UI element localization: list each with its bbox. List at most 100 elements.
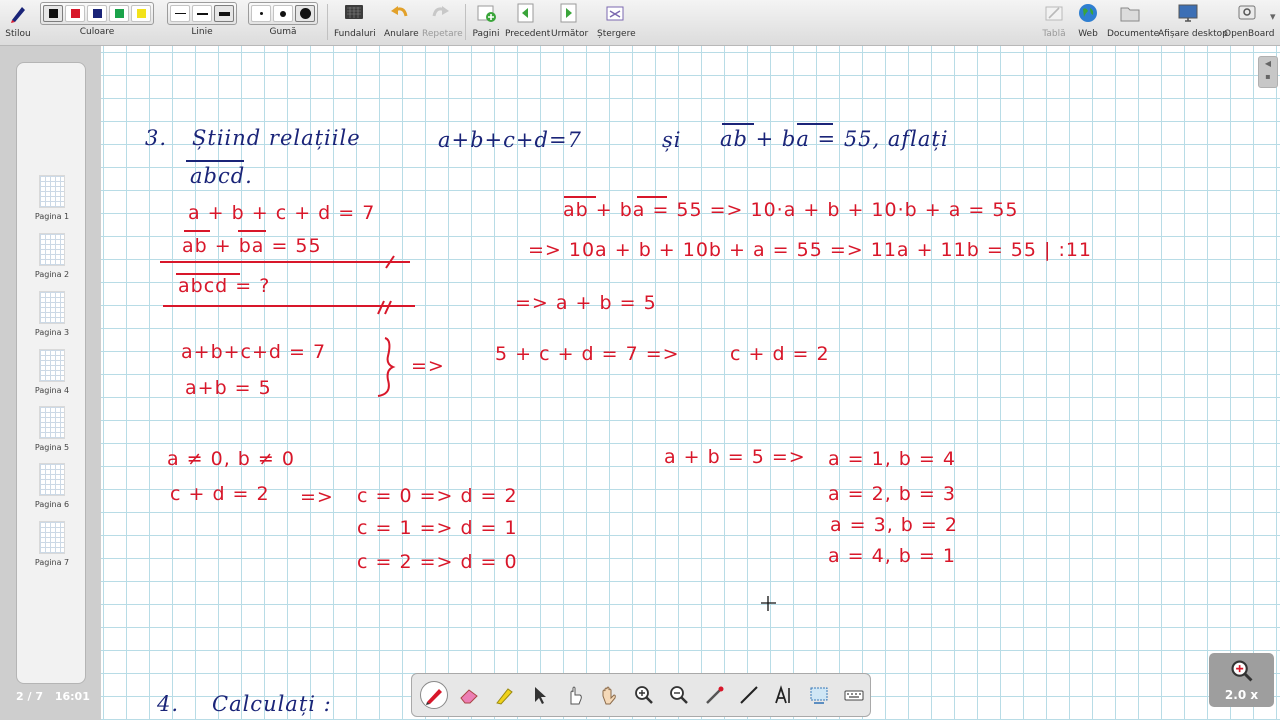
nonzero-condition: a ≠ 0, b ≠ 0	[167, 448, 295, 470]
folder-icon	[1120, 7, 1140, 22]
eraser-medium[interactable]	[273, 5, 293, 22]
pen-icon	[11, 7, 25, 23]
next-page-icon	[560, 3, 577, 23]
board-icon	[1045, 6, 1063, 21]
arrow-cursor-icon	[535, 687, 546, 704]
pages-button[interactable]: Pagini	[472, 2, 500, 39]
selector-tool-button[interactable]	[525, 681, 553, 709]
page-counter: 2 / 7	[16, 690, 43, 703]
crosshair-cursor-icon	[761, 596, 776, 611]
page-preview	[39, 175, 65, 208]
line-thick[interactable]	[214, 5, 234, 22]
statement-equation: a+b+c+d=7	[438, 128, 582, 152]
page-thumbnail-4[interactable]: Pagina 4	[17, 349, 87, 395]
system-brace	[377, 337, 396, 397]
screen-capture-icon	[810, 687, 828, 704]
chevron-left-icon: ◀▪	[1264, 59, 1272, 81]
cd-arrow: =>	[300, 486, 334, 508]
case-line-3: c = 2 => d = 0	[357, 551, 518, 573]
color-blue[interactable]	[87, 5, 107, 22]
eraser-size-picker: Gumă	[248, 2, 318, 37]
keyboard-icon	[844, 690, 864, 701]
backgrounds-icon	[345, 5, 363, 19]
text-icon	[775, 685, 790, 704]
toolbar-divider	[327, 4, 328, 40]
globe-icon	[1079, 4, 1097, 22]
line-medium[interactable]	[192, 5, 212, 22]
statement-unknown: abcd.	[190, 164, 253, 188]
next-page-button[interactable]: Următor	[551, 2, 588, 39]
page-thumbnail-5[interactable]: Pagina 5	[17, 406, 87, 452]
given-line-2: ab + ba = 55	[182, 235, 322, 257]
derivation-line-2: => 10a + b + 10b + a = 55 => 11a + 11b =…	[528, 239, 1092, 261]
hand-tool-button[interactable]	[595, 681, 623, 709]
capture-tool-button[interactable]	[805, 681, 833, 709]
zoom-out-button[interactable]	[665, 681, 693, 709]
ab-sum-line: a + b = 5 =>	[664, 446, 806, 468]
page-preview	[39, 406, 65, 439]
show-desktop-button[interactable]: Afișare desktop	[1158, 2, 1228, 39]
ab-case-2: a = 2, b = 3	[828, 483, 956, 505]
web-mode-button[interactable]: Web	[1075, 2, 1101, 39]
undo-button[interactable]: Anulare	[384, 2, 419, 39]
zoom-indicator[interactable]: 2.0 x	[1209, 653, 1274, 707]
previous-page-button[interactable]: Precedent	[505, 2, 550, 39]
case-line-1: c = 0 => d = 2	[357, 485, 518, 507]
case-line-2: c = 1 => d = 1	[357, 517, 518, 539]
zoom-in-button[interactable]	[630, 681, 658, 709]
laser-pointer-button[interactable]	[700, 681, 728, 709]
whiteboard[interactable]: 3. Știind relațiile a+b+c+d=7 și ab + ba…	[101, 46, 1280, 720]
page-preview	[39, 291, 65, 324]
undo-icon	[391, 6, 408, 17]
page-thumbnail-6[interactable]: Pagina 6	[17, 463, 87, 509]
eraser-large[interactable]	[295, 5, 315, 22]
highlighter-tool-button[interactable]	[490, 681, 518, 709]
text-tool-button[interactable]	[770, 681, 798, 709]
statement-conjunction: și	[662, 128, 682, 152]
add-page-icon	[477, 5, 496, 22]
page-thumbnail-3[interactable]: Pagina 3	[17, 291, 87, 337]
derivation-line-1: ab + ba = 55 => 10·a + b + 10·b + a = 55	[563, 199, 1019, 221]
page-thumbnail-7[interactable]: Pagina 7	[17, 521, 87, 567]
pen-tool-button[interactable]	[420, 681, 448, 709]
virtual-keyboard-button[interactable]	[840, 681, 868, 709]
system-result: c + d = 2	[730, 343, 830, 365]
backgrounds-button[interactable]: Fundaluri	[334, 2, 376, 39]
collapse-right-panel-button[interactable]: ◀ ▪	[1258, 56, 1278, 88]
monitor-icon	[1178, 4, 1198, 22]
openboard-menu-button[interactable]: OpenBoard	[1224, 2, 1275, 39]
given-line-1: a + b + c + d = 7	[188, 202, 375, 224]
page-thumbnail-1[interactable]: Pagina 1	[17, 175, 87, 221]
eraser-small[interactable]	[251, 5, 271, 22]
gear-icon	[1238, 5, 1256, 20]
next-problem-number: 4.	[156, 692, 179, 716]
color-yellow[interactable]	[131, 5, 151, 22]
window-menu-arrow[interactable]: ▾	[1270, 10, 1276, 23]
board-mode-button[interactable]: Tablă	[1040, 2, 1068, 39]
system-arrow: =>	[411, 355, 445, 377]
color-black[interactable]	[43, 5, 63, 22]
erase-board-icon	[606, 6, 624, 21]
system-line-2: a+b = 5	[185, 377, 272, 399]
board-ink: 3. Știind relațiile a+b+c+d=7 și ab + ba…	[145, 123, 1092, 716]
line-thin[interactable]	[170, 5, 190, 22]
eraser-tool-button[interactable]	[455, 681, 483, 709]
toolbar-divider	[465, 4, 466, 40]
chevron-down-icon: ▾	[1270, 10, 1276, 23]
highlighter-icon	[496, 688, 513, 705]
color-green[interactable]	[109, 5, 129, 22]
next-problem-title: Calculați :	[212, 692, 332, 716]
pen-tool[interactable]: Stilou	[4, 2, 32, 39]
page-thumbnail-2[interactable]: Pagina 2	[17, 233, 87, 279]
previous-page-icon	[517, 3, 534, 23]
erase-board-button[interactable]: Ștergere	[597, 2, 636, 39]
color-picker: Culoare	[40, 2, 154, 37]
line-tool-button[interactable]	[735, 681, 763, 709]
pen-icon	[426, 689, 442, 705]
redo-button[interactable]: Repetare	[422, 2, 463, 39]
documents-mode-button[interactable]: Documente	[1107, 2, 1159, 39]
color-red[interactable]	[65, 5, 85, 22]
interact-tool-button[interactable]	[560, 681, 588, 709]
eraser-icon	[460, 689, 478, 704]
problem-number: 3.	[145, 126, 167, 150]
